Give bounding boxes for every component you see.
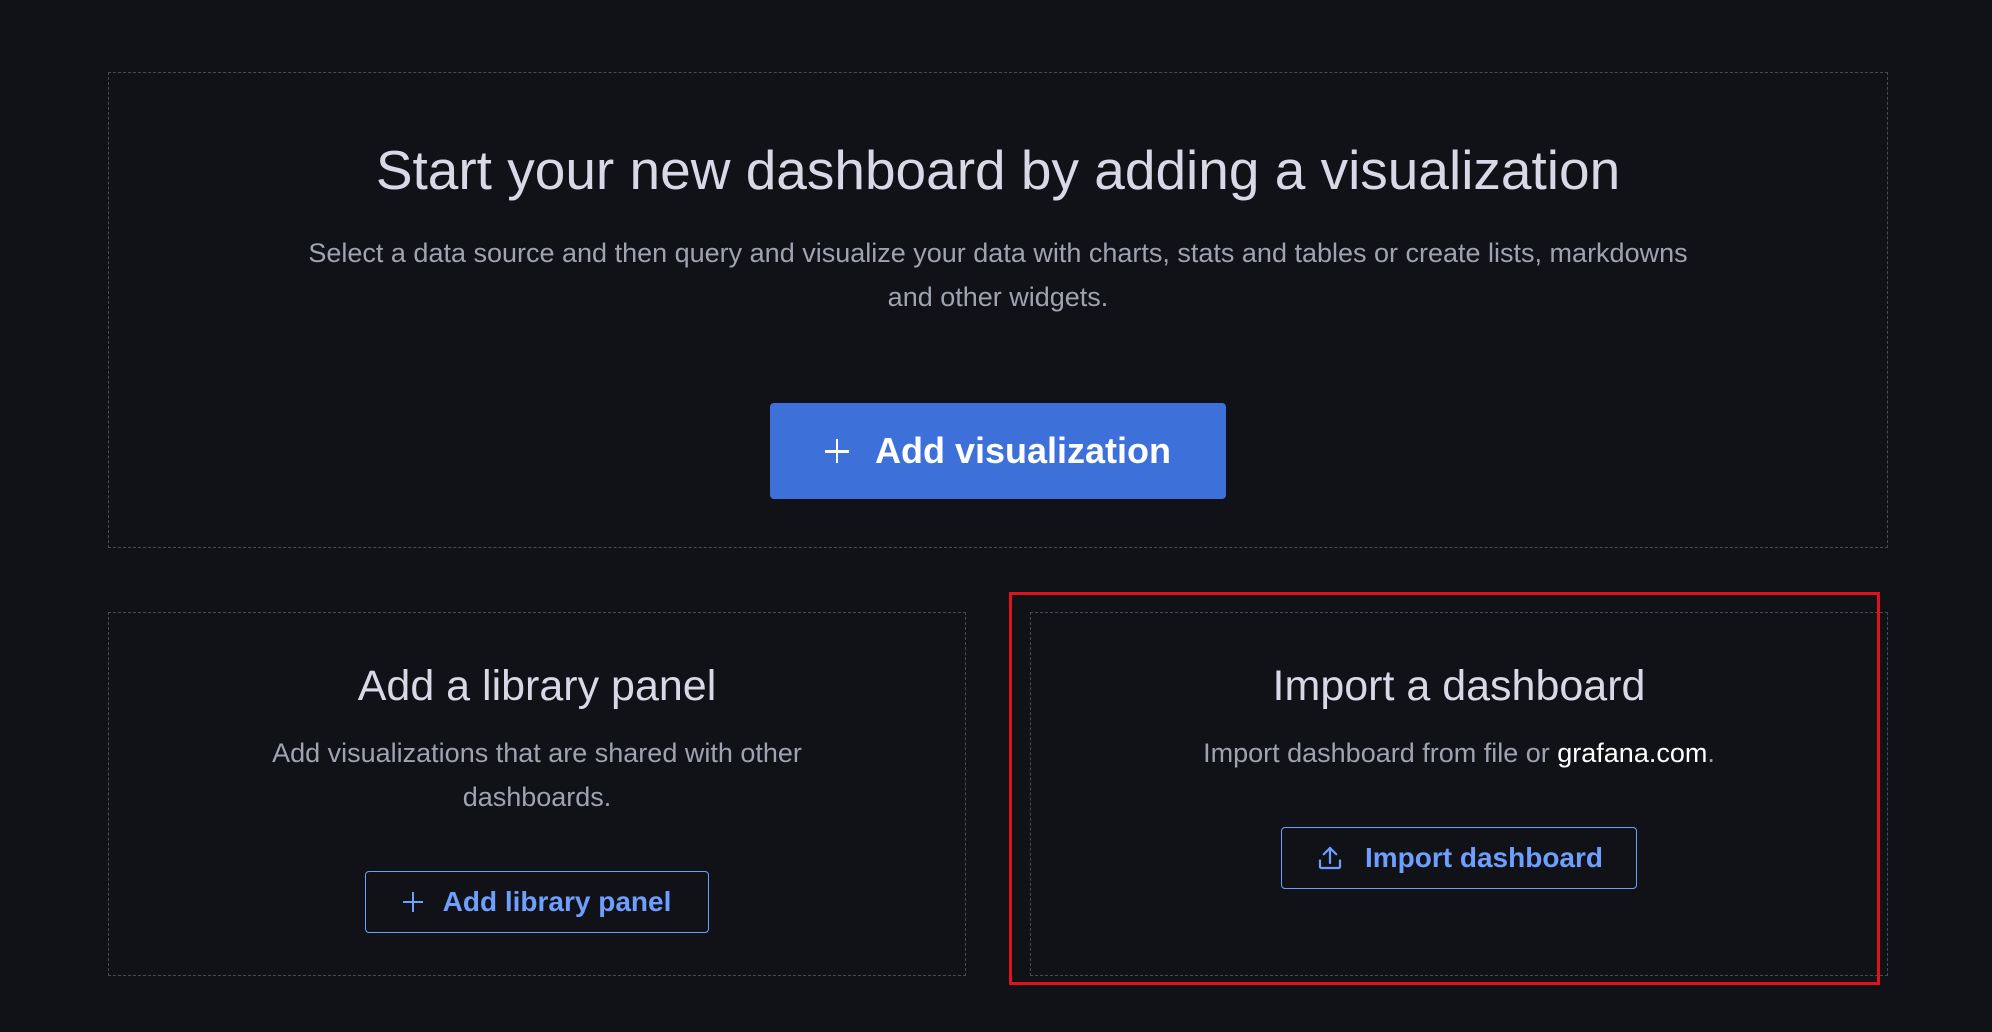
import-description-text: Import dashboard from file or xyxy=(1203,737,1558,768)
plus-icon xyxy=(824,439,849,463)
grafana-com-link[interactable]: grafana.com xyxy=(1557,738,1707,768)
import-dashboard-button[interactable]: Import dashboard xyxy=(1281,826,1637,889)
upload-icon xyxy=(1315,843,1345,873)
plus-icon xyxy=(402,891,423,912)
add-library-panel-label: Add library panel xyxy=(442,885,672,917)
add-visualization-button[interactable]: Add visualization xyxy=(770,403,1226,499)
main-title: Start your new dashboard by adding a vis… xyxy=(375,139,1621,201)
import-dashboard-card: Import a dashboard Import dashboard from… xyxy=(1030,612,1888,976)
import-dashboard-description: Import dashboard from file or grafana.co… xyxy=(1203,731,1715,775)
library-panel-description: Add visualizations that are shared with … xyxy=(272,737,802,812)
library-panel-card: Add a library panel Add visualizations t… xyxy=(108,612,966,976)
dashboard-empty-state: Start your new dashboard by adding a vis… xyxy=(0,0,1992,1032)
add-visualization-label: Add visualization xyxy=(874,430,1172,471)
import-dashboard-title: Import a dashboard xyxy=(1272,662,1646,710)
library-panel-title: Add a library panel xyxy=(357,662,717,710)
add-library-panel-button[interactable]: Add library panel xyxy=(365,870,709,933)
import-description-suffix: . xyxy=(1707,737,1715,768)
import-dashboard-label: Import dashboard xyxy=(1364,841,1603,873)
main-description: Select a data source and then query and … xyxy=(308,238,1688,312)
add-visualization-panel: Start your new dashboard by adding a vis… xyxy=(108,72,1888,548)
